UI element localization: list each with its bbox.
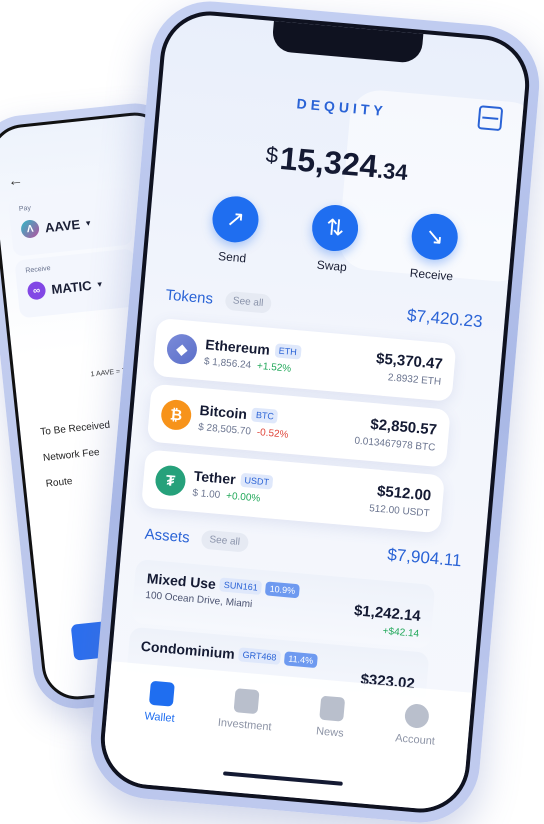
user-icon — [404, 703, 431, 730]
clipboard-icon — [318, 695, 345, 722]
pay-label: Pay — [18, 204, 32, 213]
token-amount: 512.00 USDT — [368, 503, 431, 520]
asset-change: +$42.14 — [382, 625, 420, 640]
token-change: +0.00% — [225, 490, 261, 505]
wallet-phone: DEQUITY $15,324.34 ↗ Send ⇅ Swap ↘ Recei… — [85, 0, 544, 824]
matic-icon: ∞ — [26, 280, 47, 301]
wallet-screen: DEQUITY $15,324.34 ↗ Send ⇅ Swap ↘ Recei… — [96, 7, 534, 817]
token-change: +1.52% — [256, 360, 292, 375]
tab-label: Investment — [217, 716, 273, 734]
asset-yield: 11.4% — [283, 651, 318, 669]
token-symbol: BTC — [251, 407, 279, 424]
balance-integer: 15,324 — [278, 140, 379, 185]
token-name: Bitcoin — [199, 401, 248, 422]
tab-label: News — [315, 725, 345, 740]
receive-label: Receive — [25, 265, 51, 275]
tokens-see-all-button[interactable]: See all — [224, 290, 273, 314]
tether-icon: ₮ — [154, 464, 187, 497]
arrow-down-right-icon: ↘ — [409, 211, 460, 262]
chart-icon — [233, 688, 260, 715]
balance-currency: $ — [264, 141, 280, 168]
tab-account[interactable]: Account — [374, 701, 453, 811]
tab-label: Account — [394, 732, 436, 748]
assets-title: Assets — [144, 525, 191, 547]
send-label: Send — [217, 248, 247, 266]
token-value: $5,370.47 — [375, 350, 444, 373]
swap-label: Swap — [316, 257, 348, 275]
asset-yield: 10.9% — [265, 581, 300, 599]
tokens-title: Tokens — [164, 286, 214, 308]
asset-code: SUN161 — [219, 577, 263, 596]
chevron-down-icon[interactable]: ▾ — [85, 217, 91, 228]
to-be-received-label: To Be Received — [39, 419, 111, 438]
balance-decimal: .34 — [376, 157, 409, 186]
asset-code: GRT468 — [238, 647, 282, 665]
receive-button[interactable]: ↘ Receive — [396, 211, 472, 285]
swap-button[interactable]: ⇅ Swap — [296, 202, 372, 276]
back-arrow-icon[interactable]: ← — [7, 171, 24, 189]
scan-qr-icon[interactable] — [477, 105, 504, 132]
receive-card[interactable]: Receive ∞ MATIC ▾ — [14, 248, 140, 319]
token-price: $ 1,856.24 — [203, 355, 252, 371]
token-name: Tether — [193, 467, 237, 487]
tab-news[interactable]: News — [289, 694, 368, 804]
token-symbol: USDT — [239, 472, 274, 490]
token-price: $ 28,505.70 — [197, 421, 252, 437]
tab-label: Wallet — [143, 710, 176, 725]
chevron-down-icon[interactable]: ▾ — [97, 278, 103, 289]
send-button[interactable]: ↗ Send — [197, 193, 273, 267]
token-price: $ 1.00 — [192, 487, 221, 501]
tab-wallet[interactable]: Wallet — [119, 679, 198, 789]
receive-label: Receive — [409, 265, 454, 284]
arrow-up-right-icon: ↗ — [210, 194, 261, 245]
assets-total: $7,904.11 — [386, 544, 463, 571]
token-amount: 0.013467978 BTC — [353, 435, 436, 454]
token-value: $2,850.57 — [369, 415, 438, 439]
aave-icon: Λ — [20, 219, 40, 239]
bitcoin-icon: ₿ — [159, 398, 193, 432]
token-amount: 2.8932 ETH — [387, 372, 442, 388]
token-change: -0.52% — [256, 426, 289, 441]
assets-see-all-button[interactable]: See all — [200, 529, 249, 553]
pay-card[interactable]: Pay Λ AAVE ▾ — [7, 186, 134, 257]
wallet-icon — [148, 680, 175, 707]
phone-notch — [271, 18, 424, 64]
tokens-total: $7,420.23 — [406, 305, 484, 332]
receive-token: MATIC — [50, 277, 93, 297]
swap-arrows-icon: ⇅ — [310, 203, 361, 253]
token-name: Ethereum — [204, 335, 271, 358]
network-fee-label: Network Fee — [42, 446, 101, 464]
asset-name: Mixed Use — [146, 570, 217, 592]
route-label: Route — [45, 475, 73, 490]
ethereum-icon: ◆ — [165, 332, 199, 366]
pay-token: AAVE — [44, 216, 81, 235]
asset-name: Condominium — [140, 637, 236, 662]
asset-value: $1,242.14 — [353, 602, 422, 625]
token-value: $512.00 — [376, 482, 432, 505]
token-symbol: ETH — [274, 342, 302, 360]
